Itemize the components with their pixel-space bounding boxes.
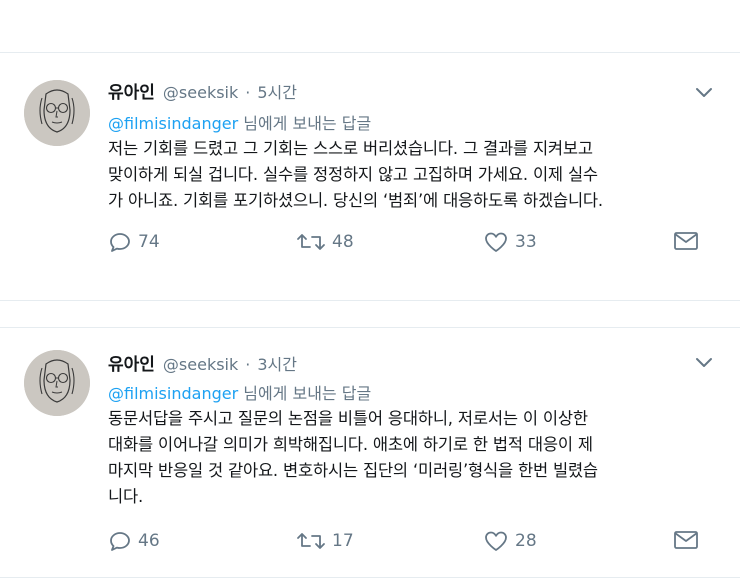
tweet[interactable]: 유아인 @seeksik · 5시간 @filmisindanger 님에게 보… [0, 70, 740, 290]
envelope-icon [674, 232, 698, 250]
retweet-icon [297, 533, 325, 549]
reply-context: @filmisindanger 님에게 보내는 답글 [108, 380, 371, 404]
tweet[interactable]: 유아인 @seeksik · 3시간 @filmisindanger 님에게 보… [0, 342, 740, 572]
display-name[interactable]: 유아인 [108, 350, 155, 375]
separator-dot: · [245, 83, 251, 102]
heart-icon [485, 232, 507, 252]
reply-context-label: 님에게 보내는 답글 [238, 114, 372, 133]
bottom-divider [0, 577, 740, 578]
reply-icon [110, 233, 130, 252]
separator-dot: · [245, 355, 251, 374]
chevron-down-icon[interactable] [692, 82, 716, 102]
envelope-icon [674, 531, 698, 549]
tweet-divider [0, 300, 740, 301]
like-count: 33 [515, 232, 537, 252]
tweet-text-line: 가 아니죠. 기회를 포기하셨으니. 당신의 ‘범죄’에 대응하도록 하겠습니다… [108, 191, 603, 210]
mention-link[interactable]: @filmisindanger [108, 114, 238, 133]
user-handle[interactable]: @seeksik [163, 83, 238, 102]
tweet-actions: 74 48 33 [108, 230, 708, 256]
avatar[interactable] [24, 350, 90, 416]
user-handle[interactable]: @seeksik [163, 355, 238, 374]
direct-message-button[interactable] [672, 529, 700, 551]
tweet-divider [0, 327, 740, 328]
direct-message-button[interactable] [672, 230, 700, 252]
timestamp[interactable]: 3시간 [257, 351, 297, 375]
reply-count: 46 [138, 531, 160, 551]
like-button[interactable]: 33 [483, 230, 537, 254]
retweet-icon [297, 234, 325, 250]
display-name[interactable]: 유아인 [108, 78, 155, 103]
like-button[interactable]: 28 [483, 529, 537, 553]
tweet-text-line: 맞이하게 되실 겁니다. 실수를 정정하지 않고 고집하며 가세요. 이제 실수 [108, 165, 598, 184]
avatar[interactable] [24, 80, 90, 146]
tweet-text-line: 마지막 반응일 것 같아요. 변호하시는 집단의 ‘미러링’형식을 한번 빌렸습 [108, 461, 598, 480]
reply-icon [110, 532, 130, 551]
reply-button[interactable]: 46 [108, 529, 160, 553]
reply-context: @filmisindanger 님에게 보내는 답글 [108, 110, 371, 134]
tweet-text-line: 대화를 이어나갈 의미가 희박해집니다. 애초에 하기로 한 법적 대응이 제 [108, 435, 593, 454]
tweet-actions: 46 17 28 [108, 529, 708, 555]
like-count: 28 [515, 531, 537, 551]
top-divider [0, 52, 740, 53]
retweet-button[interactable]: 17 [296, 529, 354, 553]
retweet-button[interactable]: 48 [296, 230, 354, 254]
reply-context-label: 님에게 보내는 답글 [238, 384, 372, 403]
chevron-down-icon[interactable] [692, 352, 716, 372]
reply-button[interactable]: 74 [108, 230, 160, 254]
retweet-count: 17 [332, 531, 354, 551]
tweet-text: 저는 기회를 드렸고 그 기회는 스스로 버리셨습니다. 그 결과를 지켜보고 … [108, 136, 723, 214]
tweet-text-line: 니다. [108, 487, 144, 506]
tweet-text-line: 저는 기회를 드렸고 그 기회는 스스로 버리셨습니다. 그 결과를 지켜보고 [108, 139, 593, 158]
tweet-text-line: 동문서답을 주시고 질문의 논점을 비틀어 응대하니, 저로서는 이 이상한 [108, 409, 588, 428]
retweet-count: 48 [332, 232, 354, 252]
timestamp[interactable]: 5시간 [257, 79, 297, 103]
tweet-text: 동문서답을 주시고 질문의 논점을 비틀어 응대하니, 저로서는 이 이상한 대… [108, 406, 723, 510]
heart-icon [485, 531, 507, 551]
mention-link[interactable]: @filmisindanger [108, 384, 238, 403]
reply-count: 74 [138, 232, 160, 252]
